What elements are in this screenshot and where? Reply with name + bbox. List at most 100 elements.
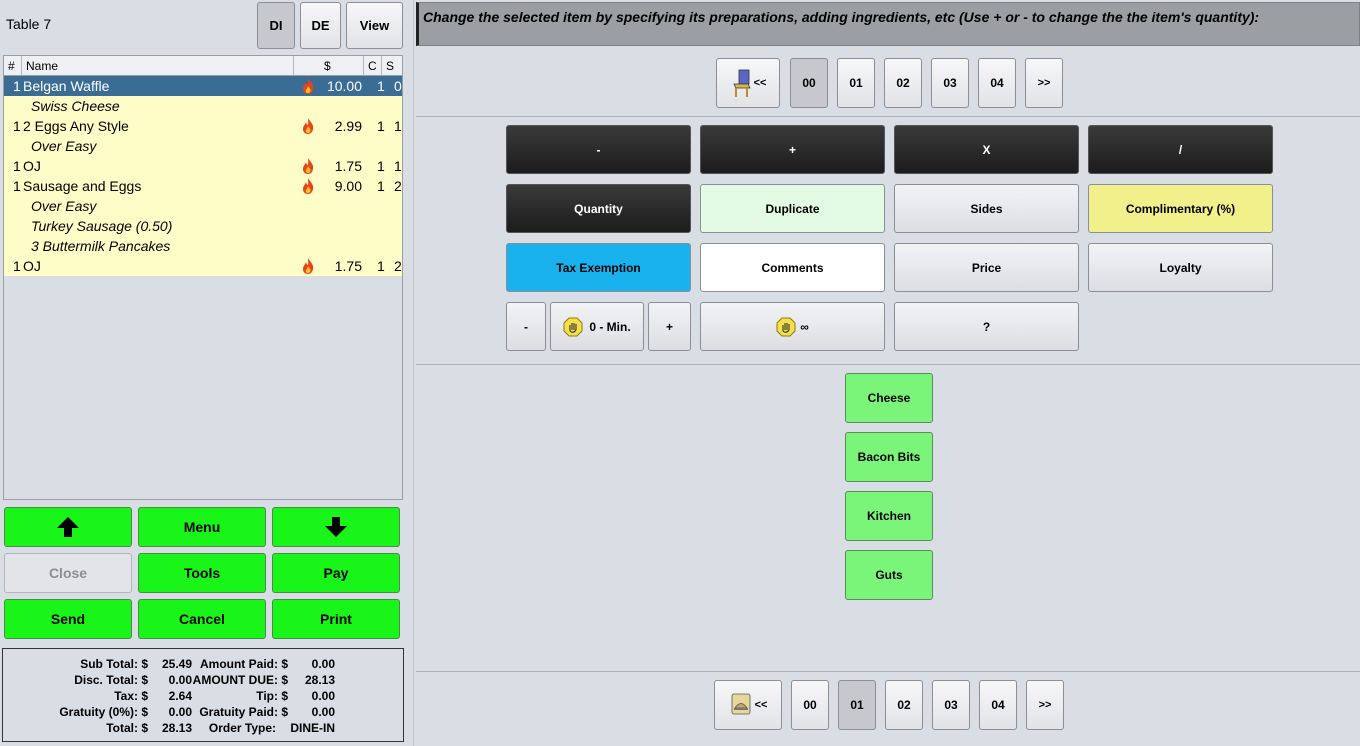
order-modifier-row[interactable]: 3 Buttermilk Pancakes bbox=[4, 236, 402, 256]
table-label: Table 7 bbox=[6, 16, 52, 32]
ingredient-guts-button[interactable]: Guts bbox=[845, 550, 933, 600]
page-00-button[interactable]: 00 bbox=[791, 680, 829, 730]
item-name: OJ bbox=[23, 158, 41, 174]
min-label: 0 - Min. bbox=[589, 319, 631, 334]
page-03-button[interactable]: 03 bbox=[932, 680, 970, 730]
col-name: Name bbox=[22, 56, 294, 75]
gratuity-paid-value: 0.00 bbox=[311, 705, 335, 719]
cancel-button[interactable]: Cancel bbox=[138, 599, 266, 639]
modifier-name: 3 Buttermilk Pancakes bbox=[31, 238, 171, 254]
order-item-row[interactable]: 1 OJ 1.75 1 2 bbox=[4, 256, 402, 276]
panel-separator bbox=[413, 0, 414, 746]
min-decrease-button[interactable]: - bbox=[506, 302, 546, 351]
sides-button[interactable]: Sides bbox=[894, 184, 1079, 233]
item-qty: 1 bbox=[13, 158, 21, 174]
seat-next-button[interactable]: >> bbox=[1025, 58, 1063, 108]
order-item-row[interactable]: 1 OJ 1.75 1 1 bbox=[4, 156, 402, 176]
seat-page-00-button[interactable]: 00 bbox=[790, 58, 828, 108]
help-button[interactable]: ? bbox=[894, 302, 1079, 351]
page-04-button[interactable]: 04 bbox=[979, 680, 1017, 730]
divider-middle bbox=[416, 364, 1360, 365]
amount-due-label: AMOUNT DUE: $ bbox=[192, 673, 288, 687]
seat-page-01-button[interactable]: 01 bbox=[837, 58, 875, 108]
min-increase-button[interactable]: + bbox=[648, 302, 691, 351]
total-label: Total: $ bbox=[106, 721, 148, 735]
tax-exemption-button[interactable]: Tax Exemption bbox=[506, 243, 691, 292]
send-button[interactable]: Send bbox=[4, 599, 132, 639]
page-02-button[interactable]: 02 bbox=[885, 680, 923, 730]
meal-tray-icon bbox=[731, 693, 750, 715]
pay-button[interactable]: Pay bbox=[272, 553, 400, 593]
subtotal-value: 25.49 bbox=[161, 657, 192, 671]
unlimited-button[interactable]: ∞ bbox=[700, 302, 885, 351]
close-button[interactable]: Close bbox=[4, 553, 132, 593]
ingredient-cheese-button[interactable]: Cheese bbox=[845, 373, 933, 423]
multiply-button[interactable]: X bbox=[894, 125, 1079, 174]
order-modifier-row[interactable]: Turkey Sausage (0.50) bbox=[4, 216, 402, 236]
item-seat: 2 bbox=[394, 178, 402, 194]
order-item-row[interactable]: 1 Belgan Waffle 10.00 1 0 bbox=[4, 76, 402, 96]
seat-prev-button[interactable]: << bbox=[716, 58, 780, 108]
order-modifier-row[interactable]: Over Easy bbox=[4, 136, 402, 156]
item-course: 1 bbox=[377, 158, 385, 174]
ingredient-kitchen-button[interactable]: Kitchen bbox=[845, 491, 933, 541]
order-item-row[interactable]: 1 Sausage and Eggs 9.00 1 2 bbox=[4, 176, 402, 196]
seat-page-04-button[interactable]: 04 bbox=[978, 58, 1016, 108]
disc-value: 0.00 bbox=[168, 673, 192, 687]
complimentary-button[interactable]: Complimentary (%) bbox=[1088, 184, 1273, 233]
order-modifier-row[interactable]: Swiss Cheese bbox=[4, 96, 402, 116]
delivery-button[interactable]: DE bbox=[300, 2, 341, 49]
min-button[interactable]: 0 - Min. bbox=[550, 302, 644, 351]
divide-button[interactable]: / bbox=[1088, 125, 1273, 174]
seat-page-02-button[interactable]: 02 bbox=[884, 58, 922, 108]
flame-icon bbox=[300, 77, 316, 98]
order-item-row[interactable]: 12 Eggs Any Style 2.99 1 1 bbox=[4, 116, 402, 136]
minus-button[interactable]: - bbox=[506, 125, 691, 174]
ingredient-bacon-bits-button[interactable]: Bacon Bits bbox=[845, 432, 933, 482]
view-button[interactable]: View bbox=[346, 2, 403, 49]
price-button[interactable]: Price bbox=[894, 243, 1079, 292]
item-name: Sausage and Eggs bbox=[23, 178, 142, 194]
order-panel: Table 7 DI DE View # Name $ C S 1 Belgan … bbox=[0, 0, 410, 746]
item-qty: 1 bbox=[13, 178, 21, 194]
page-next-button[interactable]: >> bbox=[1026, 680, 1064, 730]
order-table-header: # Name $ C S bbox=[4, 56, 402, 76]
quantity-button[interactable]: Quantity bbox=[506, 184, 691, 233]
menu-button[interactable]: Menu bbox=[138, 507, 266, 547]
col-price: $ bbox=[320, 56, 364, 75]
order-modifier-row[interactable]: Over Easy bbox=[4, 196, 402, 216]
item-seat: 2 bbox=[394, 258, 402, 274]
scroll-up-button[interactable] bbox=[4, 507, 132, 547]
scroll-down-button[interactable] bbox=[272, 507, 400, 547]
duplicate-button[interactable]: Duplicate bbox=[700, 184, 885, 233]
modifier-name: Swiss Cheese bbox=[31, 98, 120, 114]
order-type-label: Order Type: bbox=[208, 721, 276, 735]
modifier-name: Over Easy bbox=[31, 138, 97, 154]
order-rows: 1 Belgan Waffle 10.00 1 0 Swiss Cheese 1 2 Eggs… bbox=[4, 76, 402, 276]
tools-button[interactable]: Tools bbox=[138, 553, 266, 593]
loyalty-button[interactable]: Loyalty bbox=[1088, 243, 1273, 292]
page-01-button[interactable]: 01 bbox=[838, 680, 876, 730]
tax-label: Tax: $ bbox=[114, 689, 148, 703]
flame-icon bbox=[300, 257, 316, 278]
flame-icon bbox=[300, 177, 316, 198]
col-flame bbox=[294, 56, 320, 75]
plus-button[interactable]: + bbox=[700, 125, 885, 174]
flame-icon bbox=[300, 117, 316, 138]
flame-icon bbox=[300, 157, 316, 178]
item-name: Belgan Waffle bbox=[23, 78, 110, 94]
item-name: 2 Eggs Any Style bbox=[23, 118, 129, 134]
modifier-name: Over Easy bbox=[31, 198, 97, 214]
comments-button[interactable]: Comments bbox=[700, 243, 885, 292]
total-value: 28.13 bbox=[161, 721, 192, 735]
item-course: 1 bbox=[377, 258, 385, 274]
dine-in-button[interactable]: DI bbox=[257, 2, 295, 49]
col-num: # bbox=[4, 56, 22, 75]
seat-prev-label: << bbox=[753, 77, 767, 89]
seat-page-03-button[interactable]: 03 bbox=[931, 58, 969, 108]
page-prev-button[interactable]: << bbox=[714, 680, 782, 730]
arrow-up-icon bbox=[57, 517, 79, 537]
stop-hand-icon bbox=[563, 317, 583, 336]
instructions-banner: Change the selected item by specifying i… bbox=[416, 2, 1360, 46]
print-button[interactable]: Print bbox=[272, 599, 400, 639]
